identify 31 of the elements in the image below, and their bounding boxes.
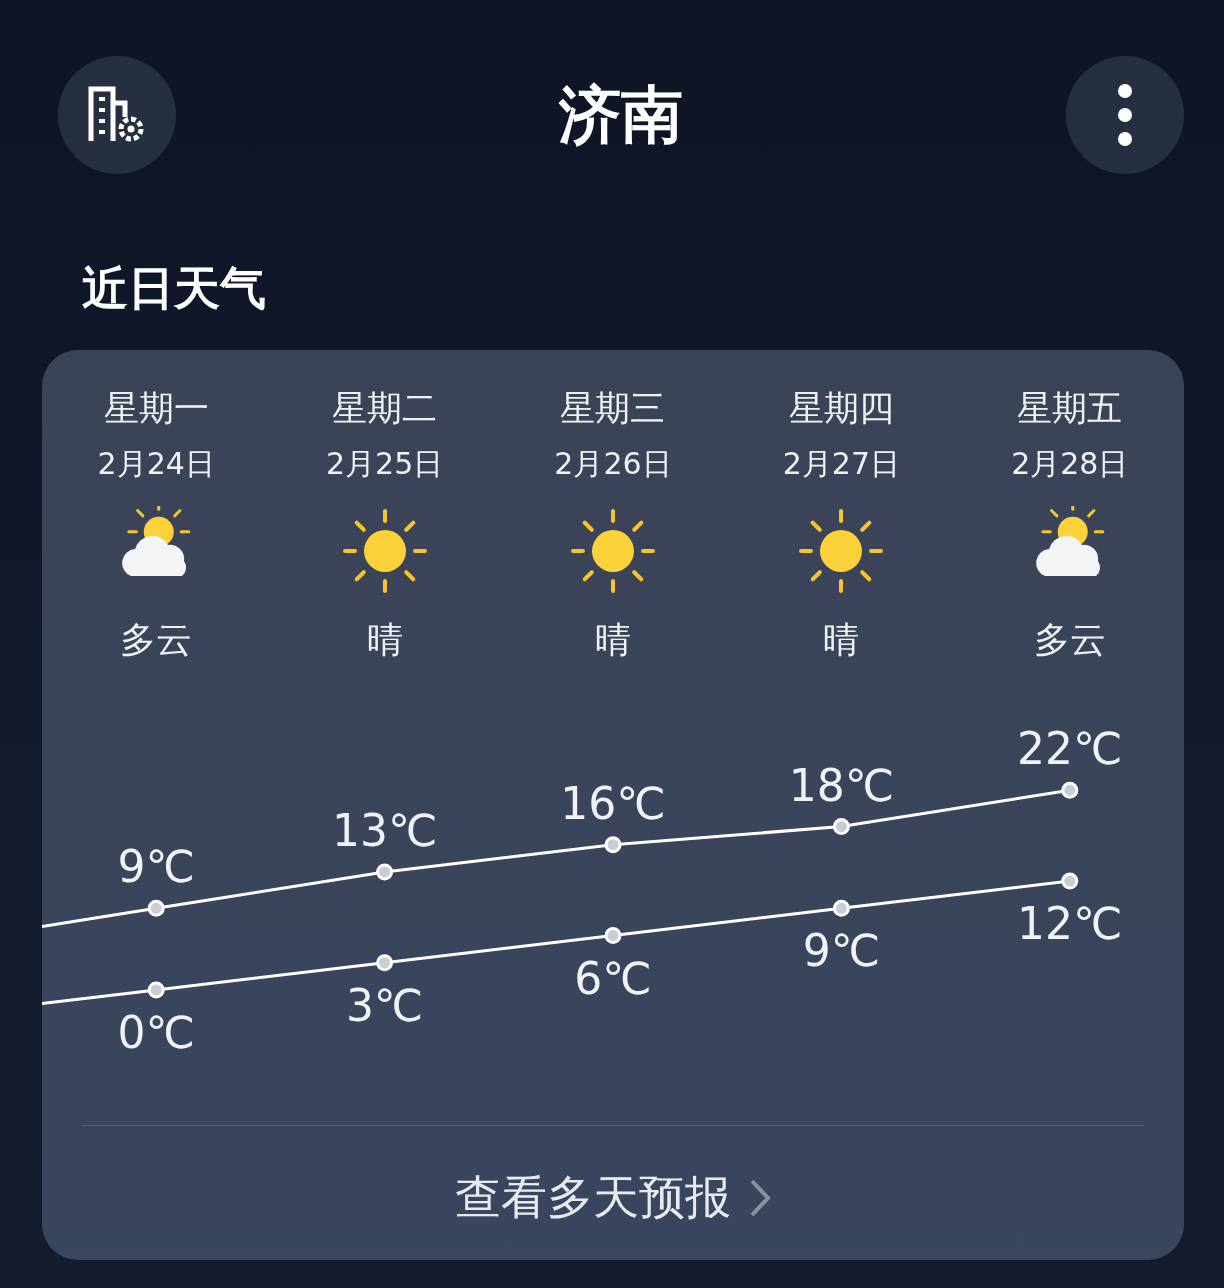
temperature-label: 13℃	[331, 804, 438, 856]
city-title: 济南	[559, 77, 683, 153]
date-label: 2月24日	[97, 445, 215, 483]
condition-label: 多云	[120, 618, 193, 662]
temperature-label: 3℃	[345, 979, 424, 1031]
temperature-label: 22℃	[1017, 723, 1123, 775]
weekday-label: 星期三	[560, 387, 666, 430]
weekday-label: 星期一	[103, 387, 209, 430]
temperature-label: 9℃	[802, 925, 881, 977]
more-forecast-button[interactable]: 查看多天预报	[449, 1166, 777, 1230]
sun-icon	[568, 506, 658, 596]
date-label: 2月25日	[325, 445, 444, 483]
weekday-label: 星期二	[332, 387, 438, 430]
date-label: 2月27日	[782, 445, 900, 483]
temperature-label: 12℃	[1017, 898, 1123, 950]
temperature-label: 9℃	[117, 841, 195, 893]
temperature-label: 16℃	[560, 777, 666, 829]
date-label: 2月28日	[1011, 445, 1129, 483]
section-title: 近日天气	[82, 260, 267, 317]
weekday-label: 星期四	[788, 387, 894, 430]
more-icon	[1117, 83, 1133, 147]
condition-label: 晴	[823, 618, 860, 662]
condition-label: 晴	[366, 618, 403, 662]
temperature-label: 0℃	[117, 1007, 195, 1058]
chevron-right-icon	[749, 1178, 771, 1218]
date-label: 2月26日	[554, 445, 672, 483]
temperature-label: 18℃	[788, 759, 895, 811]
condition-label: 晴	[595, 618, 631, 662]
condition-label: 多云	[1033, 618, 1106, 662]
temperature-label: 6℃	[574, 952, 652, 1004]
weekday-label: 星期五	[1017, 387, 1123, 430]
